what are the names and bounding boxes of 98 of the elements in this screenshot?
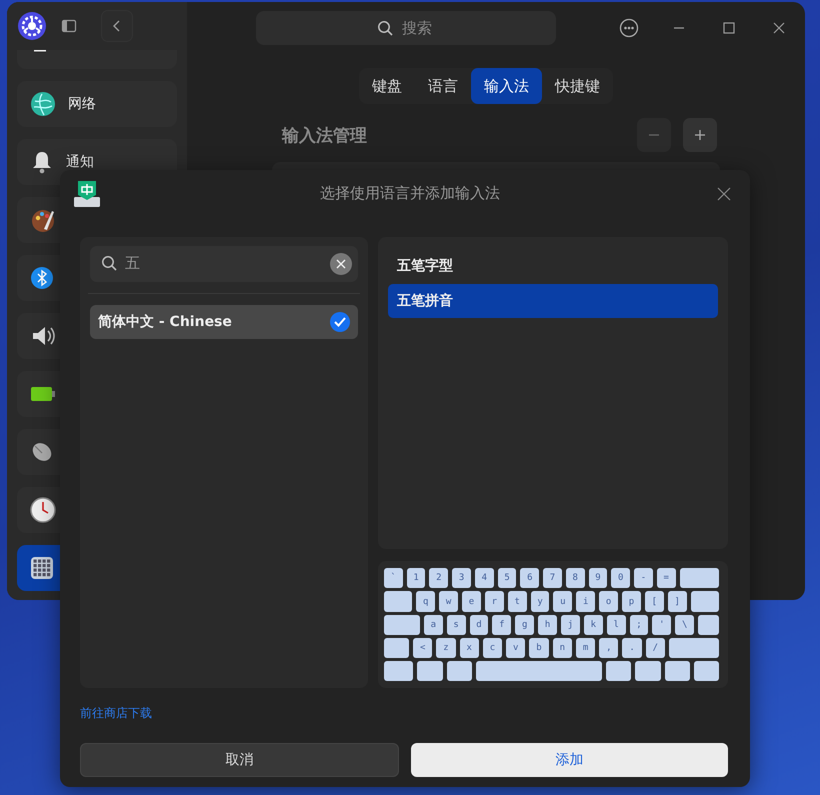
keyboard-key: a	[424, 614, 443, 635]
keyboard-key: <	[413, 638, 432, 658]
keyboard-key: 3	[452, 568, 471, 588]
keyboard-key: j	[561, 614, 580, 635]
keyboard-key	[384, 661, 414, 682]
keyboard-key: ,	[599, 638, 618, 658]
tab[interactable]: 键盘	[359, 68, 415, 104]
keyboard-key: 2	[429, 568, 448, 588]
keyboard-key: 9	[588, 568, 608, 588]
search-field[interactable]: 五	[90, 246, 358, 282]
keyboard-key: -	[634, 568, 653, 588]
keyboard-key	[446, 661, 472, 682]
keyboard-key: [	[644, 591, 664, 612]
keyboard-key	[384, 591, 412, 612]
keyboard-key: u	[553, 591, 572, 612]
cancel-button[interactable]: 取消	[80, 743, 399, 778]
keyboard-key: v	[506, 638, 526, 658]
keyboard-key: r	[484, 591, 504, 612]
keyboard-key: 4	[474, 568, 494, 588]
back-button[interactable]	[101, 10, 133, 42]
clock-icon	[30, 497, 56, 523]
add-button[interactable]: 添加	[411, 743, 728, 778]
keyboard-key: 1	[406, 568, 426, 588]
close-icon	[772, 21, 786, 35]
dialog-title: 选择使用语言并添加输入法	[319, 184, 501, 204]
maximize-icon	[722, 21, 736, 35]
keyboard-key: x	[460, 638, 479, 658]
palette-icon	[30, 207, 56, 233]
keyboard-key: `	[384, 568, 403, 588]
add-button[interactable]	[683, 118, 717, 152]
plus-icon	[693, 128, 707, 142]
keyboard-key: g	[515, 614, 534, 635]
keyboard-key: ]	[668, 591, 687, 612]
keyboard-key	[384, 638, 410, 658]
keyboard-key: /	[646, 638, 665, 658]
keyboard-key	[690, 591, 719, 612]
store-link[interactable]: 前往商店下载	[80, 706, 152, 720]
keyboard-key: w	[439, 591, 458, 612]
keyboard-key: 7	[543, 568, 562, 588]
keypad-icon	[30, 556, 54, 580]
search-icon	[101, 254, 119, 273]
chevron-left-icon	[112, 19, 122, 33]
keyboard-key: b	[529, 638, 549, 658]
keyboard-key: h	[538, 614, 557, 635]
keyboard-key: t	[508, 591, 527, 612]
input-method-icon	[72, 178, 102, 209]
keyboard-key: =	[656, 568, 676, 588]
keyboard-key: c	[482, 638, 502, 658]
tab[interactable]: 快捷键	[542, 68, 613, 104]
tab[interactable]: 输入法	[471, 68, 542, 104]
more-icon	[619, 18, 639, 38]
close-icon	[717, 186, 731, 201]
keyboard-key: e	[462, 591, 481, 612]
keyboard-key: q	[416, 591, 436, 612]
keyboard-key: o	[599, 591, 618, 612]
keyboard-key	[417, 661, 443, 682]
keyboard-key: 8	[566, 568, 585, 588]
keyboard-key: n	[552, 638, 572, 658]
battery-icon	[30, 385, 56, 403]
keyboard-key: d	[470, 614, 488, 635]
keyboard-key: s	[446, 614, 466, 635]
keyboard-key	[694, 661, 720, 682]
keyboard-key: k	[584, 614, 603, 635]
keyboard-key: l	[606, 614, 626, 635]
keyboard-key: 5	[498, 568, 516, 588]
keyboard-key: 0	[611, 568, 630, 588]
clear-icon	[336, 258, 346, 269]
search-icon	[377, 20, 393, 36]
keyboard-key	[680, 568, 719, 588]
keyboard-key: \	[675, 614, 694, 635]
section-title: 输入法管理	[282, 124, 367, 146]
sidebar-item[interactable]: 网络	[17, 81, 177, 127]
input-method-item[interactable]: 五笔字型	[388, 248, 718, 283]
keyboard-key: p	[622, 591, 641, 612]
keyboard-key: ;	[630, 614, 648, 635]
keyboard-key	[664, 661, 690, 682]
keyboard-key	[384, 614, 420, 635]
bluetooth-icon	[30, 266, 54, 290]
keyboard-key: y	[530, 591, 550, 612]
keyboard-key	[635, 661, 661, 682]
keyboard-key	[606, 661, 632, 682]
mouse-icon	[30, 440, 54, 464]
language-item[interactable]: 简体中文 - Chinese	[90, 304, 358, 339]
keyboard-key	[698, 614, 719, 635]
tab[interactable]: 语言	[415, 68, 471, 104]
keyboard-key: z	[436, 638, 456, 658]
keyboard-key: i	[576, 591, 596, 612]
keyboard-key: 6	[520, 568, 540, 588]
sidebar-toggle-icon	[61, 18, 77, 34]
keyboard-key: f	[492, 614, 512, 635]
gear-icon	[17, 11, 47, 41]
input-method-item[interactable]: 五笔拼音	[388, 284, 718, 318]
globe-icon	[30, 91, 56, 117]
keyboard-key: m	[576, 638, 596, 658]
keyboard-key: '	[652, 614, 672, 635]
search-field[interactable]: 搜索	[256, 11, 556, 45]
keyboard-key	[668, 638, 720, 658]
keyboard-key: .	[622, 638, 642, 658]
